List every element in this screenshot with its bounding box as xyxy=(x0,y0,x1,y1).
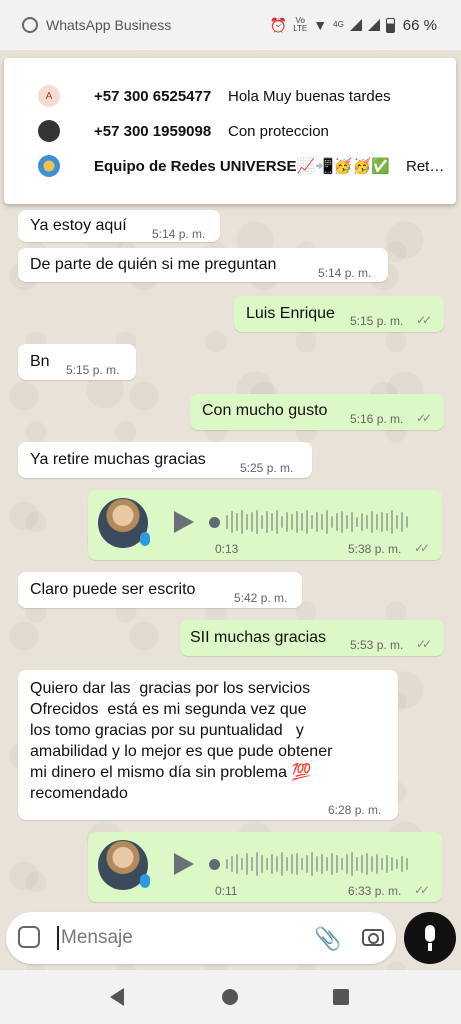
notification-text: Hola Muy buenas tardes xyxy=(228,87,391,105)
mic-icon xyxy=(140,874,150,888)
notification-avatar: A xyxy=(38,85,60,107)
message-text: Ya retire muchas gracias xyxy=(30,451,206,468)
notification-text: Con proteccion xyxy=(228,122,329,140)
network-type: 4G xyxy=(333,20,344,29)
message-time: 5:38 p. m. xyxy=(348,542,402,556)
message-bubble-outgoing[interactable]: SII muchas gracias 5:53 p. m. ✓✓ xyxy=(180,620,444,656)
voice-record-button[interactable] xyxy=(404,912,456,964)
playback-slider-handle[interactable] xyxy=(209,859,220,870)
message-text: Quiero dar las gracias por los servicios… xyxy=(30,680,333,802)
voice-duration: 0:11 xyxy=(215,884,238,898)
message-text: Luis Enrique xyxy=(246,305,335,322)
message-text: SII muchas gracias xyxy=(190,629,327,646)
read-receipt-icon: ✓✓ xyxy=(416,637,432,651)
message-bubble-incoming[interactable]: Claro puede ser escrito 5:42 p. m. xyxy=(18,572,302,608)
read-receipt-icon: ✓✓ xyxy=(416,313,432,327)
message-bubble-incoming[interactable]: Quiero dar las gracias por los servicios… xyxy=(18,670,398,820)
status-app-name: WhatsApp Business xyxy=(46,17,172,33)
message-bubble-incoming[interactable]: De parte de quién si me preguntan 5:14 p… xyxy=(18,248,388,282)
voice-message-outgoing[interactable]: 0:13 5:38 p. m. ✓✓ xyxy=(88,490,442,560)
notification-sender: Equipo de Redes UNIVERSE📈📲🥳🥳✅ xyxy=(94,158,390,175)
signal-icon xyxy=(349,19,362,31)
message-time: 6:33 p. m. xyxy=(348,884,402,898)
message-time: 5:15 p. m. xyxy=(350,314,404,328)
navigation-bar xyxy=(0,970,461,1024)
message-text: De parte de quién si me preguntan xyxy=(30,256,277,273)
status-bar: WhatsApp Business ⏰ Vo LTE ▼ 4G 66 % xyxy=(0,0,461,50)
read-receipt-icon: ✓✓ xyxy=(414,541,430,555)
voice-message-outgoing[interactable]: 0:11 6:33 p. m. ✓✓ xyxy=(88,832,442,902)
message-time: 5:16 p. m. xyxy=(350,412,404,426)
play-button[interactable] xyxy=(174,511,194,533)
notification-item[interactable]: +57 300 1959098 Con proteccion xyxy=(4,116,456,146)
message-input[interactable]: Mensaje xyxy=(61,927,133,949)
message-time: 5:42 p. m. xyxy=(234,591,288,605)
whatsapp-icon xyxy=(22,17,38,33)
text-cursor xyxy=(57,926,59,950)
notification-item[interactable]: A +57 300 6525477 Hola Muy buenas tardes xyxy=(4,81,456,111)
message-time: 5:53 p. m. xyxy=(350,638,404,652)
message-bubble-incoming[interactable]: Ya retire muchas gracias 5:25 p. m. xyxy=(18,442,312,478)
message-text: Bn xyxy=(30,353,50,370)
play-button[interactable] xyxy=(174,853,194,875)
message-bubble-outgoing[interactable]: Con mucho gusto 5:16 p. m. ✓✓ xyxy=(190,394,444,430)
volte-indicator: Vo LTE xyxy=(293,16,308,33)
notification-avatar xyxy=(38,155,60,177)
message-text: Con mucho gusto xyxy=(202,402,328,419)
message-time: 5:25 p. m. xyxy=(240,461,294,475)
notification-item[interactable]: Equipo de Redes UNIVERSE📈📲🥳🥳✅ Ret… xyxy=(4,151,456,181)
read-receipt-icon: ✓✓ xyxy=(414,883,430,897)
sticker-emoji-icon[interactable] xyxy=(18,926,40,948)
status-indicators: ⏰ Vo LTE ▼ 4G 66 % xyxy=(270,17,437,34)
recent-apps-icon[interactable] xyxy=(333,989,349,1005)
back-icon[interactable] xyxy=(110,988,124,1006)
attachment-icon[interactable]: 📎 xyxy=(314,926,341,952)
message-input-bar[interactable]: Mensaje 📎 xyxy=(6,912,396,964)
message-time: 5:14 p. m. xyxy=(318,266,372,280)
message-text: Ya estoy aquí xyxy=(30,217,127,234)
mic-icon xyxy=(140,532,150,546)
message-bubble-incoming[interactable]: Ya estoy aquí 5:14 p. m. xyxy=(18,210,220,242)
alarm-icon: ⏰ xyxy=(269,16,288,33)
message-time: 6:28 p. m. xyxy=(328,803,382,817)
notification-sender: +57 300 1959098 xyxy=(94,122,212,140)
signal-icon-2 xyxy=(367,19,380,31)
home-icon[interactable] xyxy=(222,989,238,1005)
notification-text: Ret… xyxy=(406,157,445,175)
voice-duration: 0:13 xyxy=(215,542,239,556)
read-receipt-icon: ✓✓ xyxy=(416,411,432,425)
notification-avatar xyxy=(38,120,60,142)
message-bubble-incoming[interactable]: Bn 5:15 p. m. xyxy=(18,344,136,380)
audio-waveform[interactable] xyxy=(226,509,408,535)
battery-percent: 66 % xyxy=(402,16,437,34)
message-text: Claro puede ser escrito xyxy=(30,581,196,598)
notification-sender: +57 300 6525477 xyxy=(94,87,212,105)
playback-slider-handle[interactable] xyxy=(209,517,220,528)
battery-icon xyxy=(385,17,395,33)
message-bubble-outgoing[interactable]: Luis Enrique 5:15 p. m. ✓✓ xyxy=(234,296,444,332)
notification-card[interactable]: A +57 300 6525477 Hola Muy buenas tardes… xyxy=(4,58,456,204)
camera-icon[interactable] xyxy=(362,929,384,946)
wifi-icon: ▼ xyxy=(313,17,328,33)
message-time: 5:14 p. m. xyxy=(152,227,206,241)
audio-waveform[interactable] xyxy=(226,851,408,877)
message-time: 5:15 p. m. xyxy=(66,363,120,377)
